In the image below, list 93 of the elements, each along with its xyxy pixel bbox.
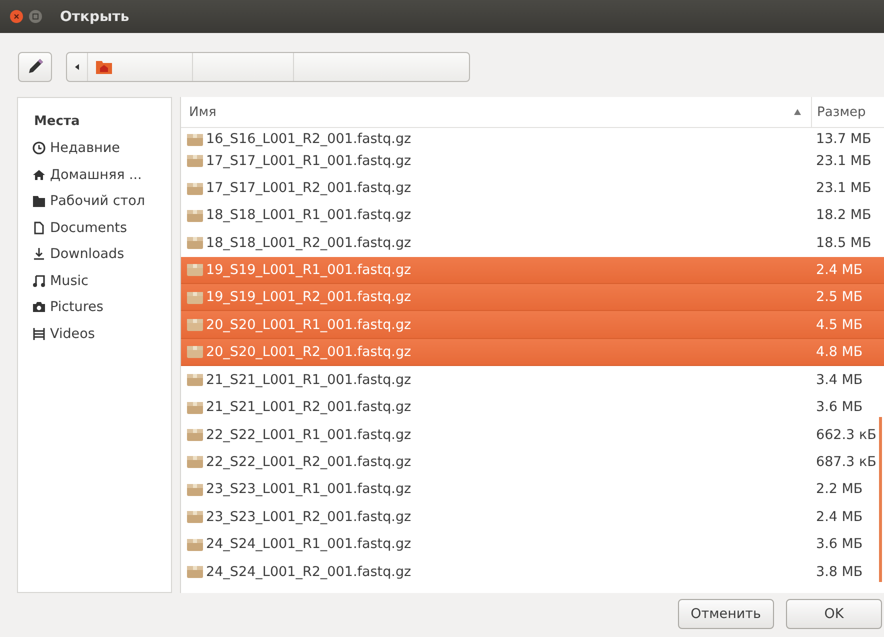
package-icon xyxy=(187,236,203,250)
file-size: 3.8 МБ xyxy=(815,564,864,580)
package-icon xyxy=(187,455,203,468)
file-row[interactable]: 22_S22_L001_R2_001.fastq.gz 687.3 кБ xyxy=(181,448,884,476)
file-size: 2.2 МБ xyxy=(815,481,864,498)
file-name: 17_S17_L001_R2_001.fastq.gz xyxy=(206,180,412,196)
package-icon xyxy=(187,290,203,304)
file-name: 23_S23_L001_R2_001.fastq.gz xyxy=(206,508,412,525)
file-size: 18.5 МБ xyxy=(815,234,872,251)
package-icon xyxy=(187,538,203,551)
file-size: 18.2 МБ xyxy=(815,207,872,224)
file-size: 2.4 МБ xyxy=(815,508,864,525)
back-arrow-icon[interactable] xyxy=(75,64,79,70)
package-icon xyxy=(187,154,203,168)
column-header[interactable]: Имя xyxy=(189,104,216,120)
clock-icon xyxy=(32,141,46,156)
file-size: 3.6 МБ xyxy=(815,536,864,552)
file-name: 17_S17_L001_R1_001.fastq.gz xyxy=(206,152,412,169)
camera-icon xyxy=(32,300,46,314)
sidebar-item[interactable]: Рабочий стол xyxy=(34,188,145,214)
sidebar-item[interactable]: Documents xyxy=(34,214,127,241)
file-size: 3.6 МБ xyxy=(815,399,864,416)
file-name: 18_S18_L001_R2_001.fastq.gz xyxy=(206,234,412,251)
film-icon xyxy=(32,326,46,341)
file-name: 24_S24_L001_R2_001.fastq.gz xyxy=(206,564,412,580)
file-name: 20_S20_L001_R1_001.fastq.gz xyxy=(206,316,412,333)
package-icon xyxy=(187,482,203,496)
package-icon xyxy=(187,428,203,442)
maximize-icon[interactable] xyxy=(29,10,42,23)
sidebar-item[interactable]: Домашняя ... xyxy=(34,162,142,188)
file-name: 23_S23_L001_R1_001.fastq.gz xyxy=(206,481,412,498)
file-size: 13.7 МБ xyxy=(815,131,872,147)
file-row[interactable]: 23_S23_L001_R2_001.fastq.gz 2.4 МБ xyxy=(181,503,884,530)
package-icon xyxy=(187,318,203,332)
file-size: 3.4 МБ xyxy=(815,372,864,388)
package-icon xyxy=(187,263,203,276)
file-size: 2.5 МБ xyxy=(815,289,864,306)
package-icon xyxy=(187,565,203,578)
file-size: 4.5 МБ xyxy=(815,316,864,333)
file-size: 662.3 кБ xyxy=(815,426,878,443)
file-name: 21_S21_L001_R1_001.fastq.gz xyxy=(206,372,412,388)
file-size: 23.1 МБ xyxy=(815,180,872,196)
file-row[interactable]: 17_S17_L001_R1_001.fastq.gz 23.1 МБ xyxy=(181,147,884,174)
home-icon xyxy=(32,168,46,182)
edit-path-button[interactable] xyxy=(18,52,52,82)
package-icon xyxy=(187,345,203,358)
file-row[interactable]: 18_S18_L001_R1_001.fastq.gz 18.2 МБ xyxy=(181,202,884,230)
file-name: 18_S18_L001_R1_001.fastq.gz xyxy=(206,207,412,224)
file-name: 22_S22_L001_R1_001.fastq.gz xyxy=(206,426,412,443)
sidebar-item[interactable]: Music xyxy=(34,268,88,294)
file-size: 4.8 МБ xyxy=(815,344,864,360)
file-row[interactable]: 16_S16_L001_R2_001.fastq.gz 13.7 МБ xyxy=(181,128,884,147)
file-name: 16_S16_L001_R2_001.fastq.gz xyxy=(206,131,412,147)
file-name: 19_S19_L001_R2_001.fastq.gz xyxy=(206,289,412,306)
file-name: 21_S21_L001_R2_001.fastq.gz xyxy=(206,399,412,416)
column-header[interactable]: Размер xyxy=(817,104,866,120)
file-row[interactable]: 17_S17_L001_R2_001.fastq.gz 23.1 МБ xyxy=(181,174,884,202)
cancel-button[interactable]: Отменить xyxy=(678,599,774,629)
file-row[interactable]: 24_S24_L001_R2_001.fastq.gz 3.8 МБ xyxy=(181,558,884,586)
scrollbar[interactable] xyxy=(879,417,882,582)
sidebar-item[interactable]: Downloads xyxy=(34,241,124,268)
sidebar-item[interactable]: Videos xyxy=(34,320,95,347)
file-name: 22_S22_L001_R2_001.fastq.gz xyxy=(206,454,412,470)
file-size: 2.4 МБ xyxy=(815,262,864,278)
file-row[interactable]: 18_S18_L001_R2_001.fastq.gz 18.5 МБ xyxy=(181,229,884,257)
close-icon[interactable] xyxy=(10,10,23,23)
file-row[interactable]: 23_S23_L001_R1_001.fastq.gz 2.2 МБ xyxy=(181,476,884,504)
sidebar-heading: Места xyxy=(34,114,80,129)
file-row[interactable]: 24_S24_L001_R1_001.fastq.gz 3.6 МБ xyxy=(181,530,884,558)
document-icon xyxy=(32,220,46,235)
package-icon xyxy=(187,373,203,386)
package-icon xyxy=(187,510,203,524)
sidebar-item[interactable]: Pictures xyxy=(34,294,104,320)
window-title: Открыть xyxy=(60,8,130,24)
home-folder-icon[interactable] xyxy=(96,60,112,74)
file-row[interactable]: 22_S22_L001_R1_001.fastq.gz 662.3 кБ xyxy=(181,420,884,448)
file-row[interactable]: 21_S21_L001_R2_001.fastq.gz 3.6 МБ xyxy=(181,394,884,421)
file-name: 20_S20_L001_R2_001.fastq.gz xyxy=(206,344,412,360)
package-icon xyxy=(187,132,203,146)
file-size: 687.3 кБ xyxy=(815,454,878,470)
sort-arrow-icon xyxy=(794,109,801,115)
package-icon xyxy=(187,182,203,195)
folder-icon xyxy=(32,194,46,208)
file-row[interactable]: 21_S21_L001_R1_001.fastq.gz 3.4 МБ xyxy=(181,366,884,394)
package-icon xyxy=(187,208,203,222)
ok-button[interactable]: OK xyxy=(786,599,882,629)
file-name: 19_S19_L001_R1_001.fastq.gz xyxy=(206,262,412,278)
package-icon xyxy=(187,400,203,414)
music-icon xyxy=(32,274,46,288)
download-icon xyxy=(32,247,46,262)
sidebar-item[interactable]: Недавние xyxy=(34,135,120,162)
file-name: 24_S24_L001_R1_001.fastq.gz xyxy=(206,536,412,552)
file-size: 23.1 МБ xyxy=(815,152,872,169)
